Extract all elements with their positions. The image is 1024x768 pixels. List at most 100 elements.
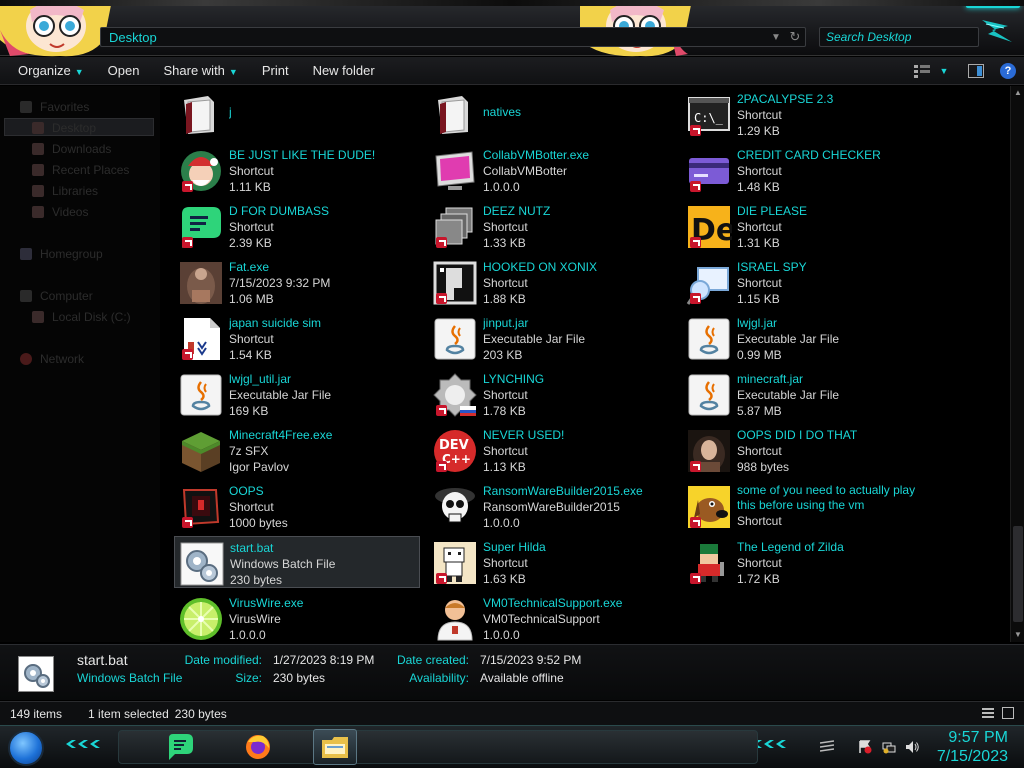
nav-item-network[interactable]: Network [20,350,84,368]
file-size: Igor Pavlov [229,460,290,474]
change-view-icon[interactable] [912,61,932,81]
nav-item-libraries[interactable]: Libraries [32,182,98,200]
breadcrumb-desktop[interactable]: Desktop [101,30,767,45]
network-warning-icon[interactable] [882,740,896,754]
file-tile[interactable]: CollabVMBotter.exe CollabVMBotter 1.0.0.0 [428,144,674,196]
file-tile[interactable]: DEEZ NUTZ Shortcut 1.33 KB [428,200,674,252]
nav-item-favorites[interactable]: Favorites [20,98,89,116]
file-tile[interactable]: japan suicide sim Shortcut 1.54 KB [174,312,420,364]
new-folder-button[interactable]: New folder [301,57,387,85]
action-center-flag-icon[interactable] [858,740,872,754]
file-tile[interactable]: Minecraft4Free.exe 7z SFX Igor Pavlov [174,424,420,476]
organize-dropdown-icon: ▼ [74,66,84,77]
file-type: Executable Jar File [737,388,840,402]
address-history-chevron-icon[interactable]: ▼ [767,32,785,43]
file-tile[interactable]: OOPS Shortcut 1000 bytes [174,480,420,532]
nav-item-desktop[interactable]: Desktop [32,119,96,137]
file-tile[interactable]: lwjgl.jar Executable Jar File 0.99 MB [682,312,928,364]
lime-icon [178,596,224,642]
file-name: lwjgl.jar [737,316,778,330]
file-text: Fat.exe 7/15/2023 9:32 PM 1.06 MB [229,259,419,307]
desktop-icon [32,122,44,134]
file-tile[interactable]: some of you need to actually play this b… [682,480,928,532]
drive-icon [32,311,44,323]
volume-icon[interactable] [905,740,919,754]
file-tile[interactable]: LYNCHING Shortcut 1.78 KB [428,368,674,420]
file-size: 1.31 KB [737,236,780,250]
file-text: The Legend of Zilda Shortcut 1.72 KB [737,539,927,587]
santa-icon [178,148,224,194]
file-tile[interactable]: OOPS DID I DO THAT Shortcut 988 bytes [682,424,928,476]
file-tile[interactable]: j [174,88,420,140]
file-size: 1.78 KB [483,404,526,418]
xonix-icon [432,260,478,306]
organize-button[interactable]: Organize ▼ [0,57,96,85]
file-tile[interactable]: DEV C++ NEVER USED! Shortcut 1.13 KB [428,424,674,476]
large-icons-view-icon[interactable] [1002,707,1014,719]
taskbar-app-chat[interactable] [158,729,202,765]
start-button[interactable] [8,730,44,766]
search-box[interactable] [819,27,979,47]
file-type: 7z SFX [229,444,269,458]
nav-item-homegroup[interactable]: Homegroup [20,245,103,263]
file-tile[interactable]: start.bat Windows Batch File 230 bytes [174,536,420,588]
file-tile[interactable]: Super Hilda Shortcut 1.63 KB [428,536,674,588]
shortcut-arrow-icon [182,349,193,360]
address-bar[interactable]: Desktop ▼ ↻ [100,27,806,47]
file-text: lwjgl.jar Executable Jar File 0.99 MB [737,315,927,363]
file-name: CREDIT CARD CHECKER [737,148,881,162]
scroll-down-arrow-icon[interactable]: ▼ [1011,628,1024,642]
file-text: OOPS Shortcut 1000 bytes [229,483,419,531]
file-tile[interactable]: Fat.exe 7/15/2023 9:32 PM 1.06 MB [174,256,420,308]
file-tile[interactable]: VirusWire.exe VirusWire 1.0.0.0 [174,592,420,642]
file-tile[interactable]: jinput.jar Executable Jar File 203 KB [428,312,674,364]
preview-pane-icon[interactable] [966,61,986,81]
file-tile[interactable]: The Legend of Zilda Shortcut 1.72 KB [682,536,928,588]
file-size: 169 KB [229,404,269,418]
shortcut-arrow-icon [182,237,193,248]
taskbar-deco-left [66,740,100,748]
taskbar-app-firefox[interactable] [236,729,280,765]
file-text: minecraft.jar Executable Jar File 5.87 MB [737,371,927,419]
file-tile[interactable]: minecraft.jar Executable Jar File 5.87 MB [682,368,928,420]
nav-item-videos[interactable]: Videos [32,203,88,221]
status-bar: 149 items 1 item selected 230 bytes [0,701,1024,725]
file-tile[interactable]: natives [428,88,674,140]
nav-item-local-disk[interactable]: Local Disk (C:) [32,308,131,326]
computer-icon [20,290,32,302]
vertical-scrollbar[interactable]: ▲ ▼ [1010,86,1024,642]
scroll-up-arrow-icon[interactable]: ▲ [1011,86,1024,100]
open-button[interactable]: Open [96,57,152,85]
nav-item-computer[interactable]: Computer [20,287,93,305]
file-size: 1.13 KB [483,460,526,474]
taskbar-app-explorer[interactable] [313,729,357,765]
file-tile[interactable]: RansomWareBuilder2015.exe RansomWareBuild… [428,480,674,532]
file-name: Super Hilda [483,540,546,554]
details-view-icon[interactable] [982,707,994,719]
file-tile[interactable]: VM0TechnicalSupport.exe VM0TechnicalSuppo… [428,592,674,642]
recent-places-icon [32,164,44,176]
file-tile[interactable]: BE JUST LIKE THE DUDE! Shortcut 1.11 KB [174,144,420,196]
scroll-thumb[interactable] [1013,526,1023,622]
file-name: OOPS DID I DO THAT [737,428,858,442]
file-tile[interactable]: lwjgl_util.jar Executable Jar File 169 KB [174,368,420,420]
share-with-button[interactable]: Share with ▼ [151,57,249,85]
file-tile[interactable]: D FOR DUMBASS Shortcut 2.39 KB [174,200,420,252]
file-name: HOOKED ON XONIX [483,260,598,274]
file-tile[interactable]: C:\_ 2PACALYPSE 2.3 Shortcut 1.29 KB [682,88,928,140]
search-input[interactable] [820,30,978,44]
file-text: HOOKED ON XONIX Shortcut 1.88 KB [483,259,673,307]
file-tile[interactable]: HOOKED ON XONIX Shortcut 1.88 KB [428,256,674,308]
help-icon[interactable]: ? [998,61,1018,81]
nav-item-downloads[interactable]: Downloads [32,140,111,158]
refresh-icon[interactable]: ↻ [785,29,805,45]
taskbar-clock[interactable]: 9:57 PM 7/15/2023 [937,728,1008,766]
file-tile[interactable]: De DIE PLEASE Shortcut 1.31 KB [682,200,928,252]
file-tile[interactable]: ISRAEL SPY Shortcut 1.15 KB [682,256,928,308]
print-button[interactable]: Print [250,57,301,85]
file-name: Minecraft4Free.exe [229,428,333,442]
file-tile[interactable]: CREDIT CARD CHECKER Shortcut 1.48 KB [682,144,928,196]
gears-icon [179,541,225,587]
nav-item-recent-places[interactable]: Recent Places [32,161,129,179]
view-options-chevron-icon[interactable]: ▼ [934,61,954,81]
